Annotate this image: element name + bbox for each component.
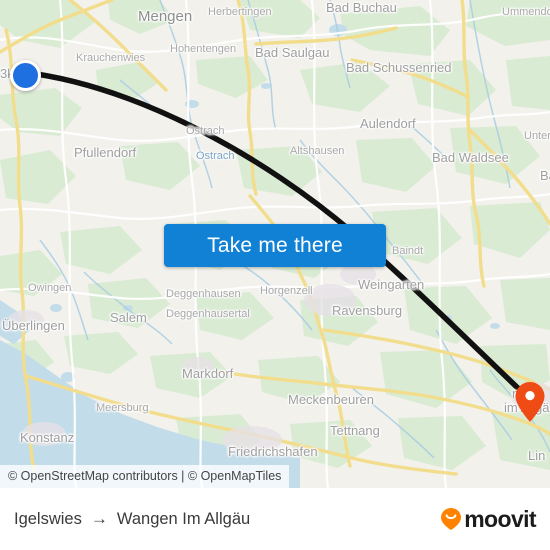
moovit-trip-map-card: MengenHerbertingenBad BuchauUmmendorfKra… [0,0,550,550]
moovit-wordmark: moovit [464,505,536,532]
arrow-icon: → [90,509,108,528]
origin-pin[interactable] [10,60,41,91]
trip-origin: Igelswies [14,509,82,528]
take-me-there-button[interactable]: Take me there [164,224,386,267]
destination-pin[interactable] [514,381,546,423]
moovit-pin-icon [440,507,462,531]
map-attribution[interactable]: © OpenStreetMap contributors | © OpenMap… [0,465,290,488]
footer-bar: Igelswies → Wangen Im Allgäu moovit [0,488,550,550]
take-me-there-label: Take me there [207,233,343,257]
trip-destination: Wangen Im Allgäu [116,509,251,528]
map-canvas[interactable]: MengenHerbertingenBad BuchauUmmendorfKra… [0,0,550,488]
moovit-logo[interactable]: moovit [440,505,537,533]
trip-summary: Igelswies → Wangen Im Allgäu [14,509,250,529]
